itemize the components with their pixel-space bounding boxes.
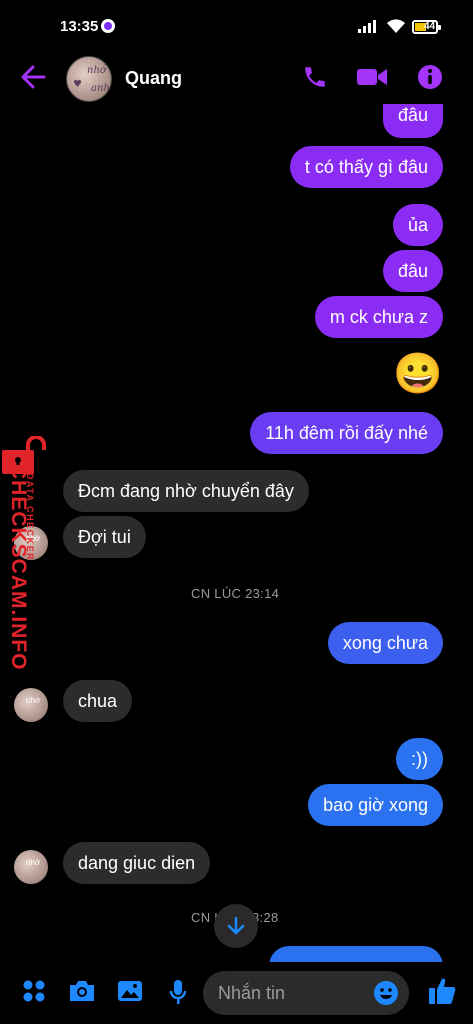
back-arrow-icon[interactable] [20, 64, 46, 90]
message-incoming[interactable]: chua [63, 680, 133, 722]
camera-icon[interactable] [68, 979, 96, 1003]
message-outgoing-partial[interactable] [269, 946, 443, 962]
chat-header: nhớ anh ♥ Quang [0, 52, 473, 104]
messenger-notification-icon [101, 19, 115, 33]
contact-name[interactable]: Quang [125, 68, 182, 89]
status-time: 13:35 [60, 18, 99, 35]
message-input[interactable]: Nhắn tin [203, 971, 409, 1015]
wifi-icon [387, 19, 405, 33]
message-outgoing[interactable]: 11h đêm rồi đấy nhé [250, 412, 443, 454]
message-outgoing[interactable]: ủa [392, 204, 443, 246]
gallery-icon[interactable] [117, 979, 143, 1003]
battery-icon: 44 [412, 20, 441, 34]
message-outgoing[interactable]: xong chưa [327, 622, 443, 664]
video-call-icon[interactable] [356, 64, 388, 90]
scroll-to-bottom-button[interactable] [214, 904, 258, 948]
message-outgoing[interactable]: m ck chưa z [314, 296, 443, 338]
sender-avatar[interactable]: nhớ [14, 850, 48, 884]
message-outgoing[interactable]: :)) [396, 738, 443, 780]
status-bar: 13:35 44 [0, 0, 473, 52]
sender-avatar[interactable]: nhớ [14, 688, 48, 722]
timestamp: CN LÚC 23:14 [191, 586, 280, 601]
message-outgoing[interactable]: bao giờ xong [308, 784, 443, 826]
message-incoming[interactable]: dang giuc dien [63, 842, 211, 884]
arrow-down-icon [227, 916, 245, 935]
signal-icon [358, 20, 376, 33]
message-input-placeholder: Nhắn tin [218, 983, 286, 1003]
watermark-site: CHECKSCAM.INFO [7, 464, 30, 671]
message-emoji[interactable]: 😀 [393, 354, 443, 394]
message-outgoing[interactable]: đâu [382, 250, 443, 292]
message-outgoing[interactable]: đâu [382, 104, 443, 138]
message-incoming[interactable]: Đợi tui [63, 516, 146, 558]
emoji-picker-icon[interactable] [373, 980, 399, 1006]
composer-bar: Nhắn tin [0, 962, 473, 1024]
battery-level: 44 [424, 21, 436, 32]
phone-call-icon[interactable] [302, 64, 328, 90]
contact-avatar[interactable]: nhớ anh ♥ [66, 56, 112, 102]
microphone-icon[interactable] [168, 979, 188, 1005]
message-incoming[interactable]: Đcm đang nhờ chuyển đây [63, 470, 309, 512]
apps-grid-icon[interactable] [22, 979, 46, 1003]
info-icon[interactable] [417, 64, 443, 90]
message-outgoing[interactable]: t có thấy gì đâu [289, 146, 443, 188]
thumbs-up-icon[interactable] [427, 976, 457, 1006]
message-thread[interactable]: đâu t có thấy gì đâu ủa đâu m ck chưa z … [0, 104, 473, 962]
